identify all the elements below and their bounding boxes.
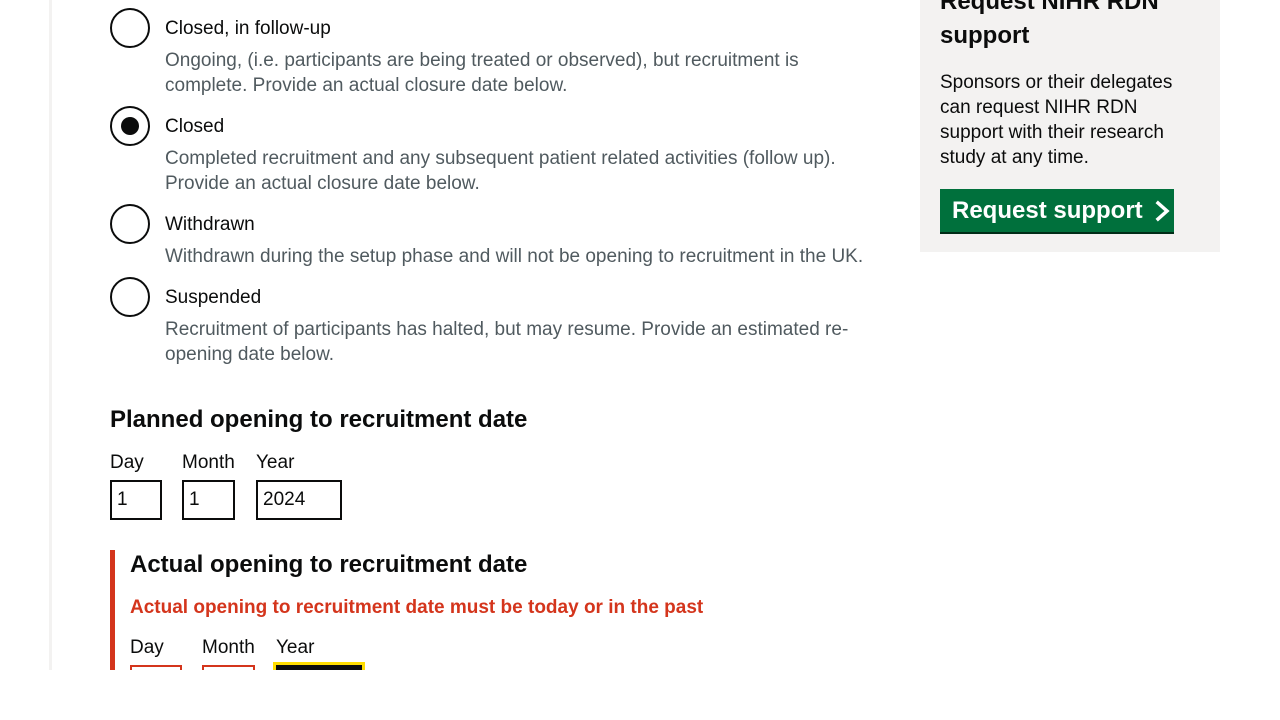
radio-label[interactable]: Closed — [165, 116, 224, 138]
sidebar-text: Sponsors or their delegates can request … — [940, 72, 1173, 168]
actual-opening-heading: Actual opening to recruitment date — [130, 551, 528, 578]
actual-month-label: Month — [202, 637, 255, 658]
radio-button[interactable] — [110, 204, 150, 244]
radio-label[interactable]: Suspended — [165, 287, 261, 309]
actual-month-input[interactable] — [202, 665, 255, 670]
planned-day-input[interactable]: 1 — [110, 480, 162, 520]
radio-label[interactable]: Closed, in follow-up — [165, 18, 331, 40]
radio-button-checked[interactable] — [110, 106, 150, 146]
radio-button[interactable] — [110, 277, 150, 317]
sidebar-title: Request NIHR RDN support — [940, 0, 1159, 49]
planned-month-label: Month — [182, 452, 235, 473]
planned-opening-heading: Planned opening to recruitment date — [110, 406, 528, 433]
error-message: Actual opening to recruitment date must … — [130, 597, 704, 618]
chevron-right-icon — [1153, 200, 1173, 222]
radio-hint: Recruitment of participants has halted, … — [165, 319, 849, 365]
left-border — [49, 0, 52, 670]
request-support-panel: Request NIHR RDN support Sponsors or the… — [920, 0, 1220, 252]
error-indicator-bar — [110, 550, 115, 670]
planned-day-label: Day — [110, 452, 144, 473]
planned-year-input[interactable]: 2024 — [256, 480, 342, 520]
radio-hint: Ongoing, (i.e. participants are being tr… — [165, 50, 799, 96]
page-frame: Closed, in follow-up Ongoing, (i.e. part… — [0, 0, 1280, 670]
radio-hint: Completed recruitment and any subsequent… — [165, 148, 836, 194]
radio-hint: Withdrawn during the setup phase and wil… — [165, 246, 864, 267]
actual-year-input[interactable] — [273, 662, 365, 670]
radio-label[interactable]: Withdrawn — [165, 214, 255, 236]
request-support-label: Request support — [952, 196, 1143, 224]
actual-year-label: Year — [276, 637, 315, 658]
request-support-button[interactable]: Request support — [940, 189, 1174, 234]
actual-day-input[interactable] — [130, 665, 182, 670]
actual-day-label: Day — [130, 637, 164, 658]
planned-year-label: Year — [256, 452, 295, 473]
planned-month-input[interactable]: 1 — [182, 480, 235, 520]
radio-button[interactable] — [110, 8, 150, 48]
